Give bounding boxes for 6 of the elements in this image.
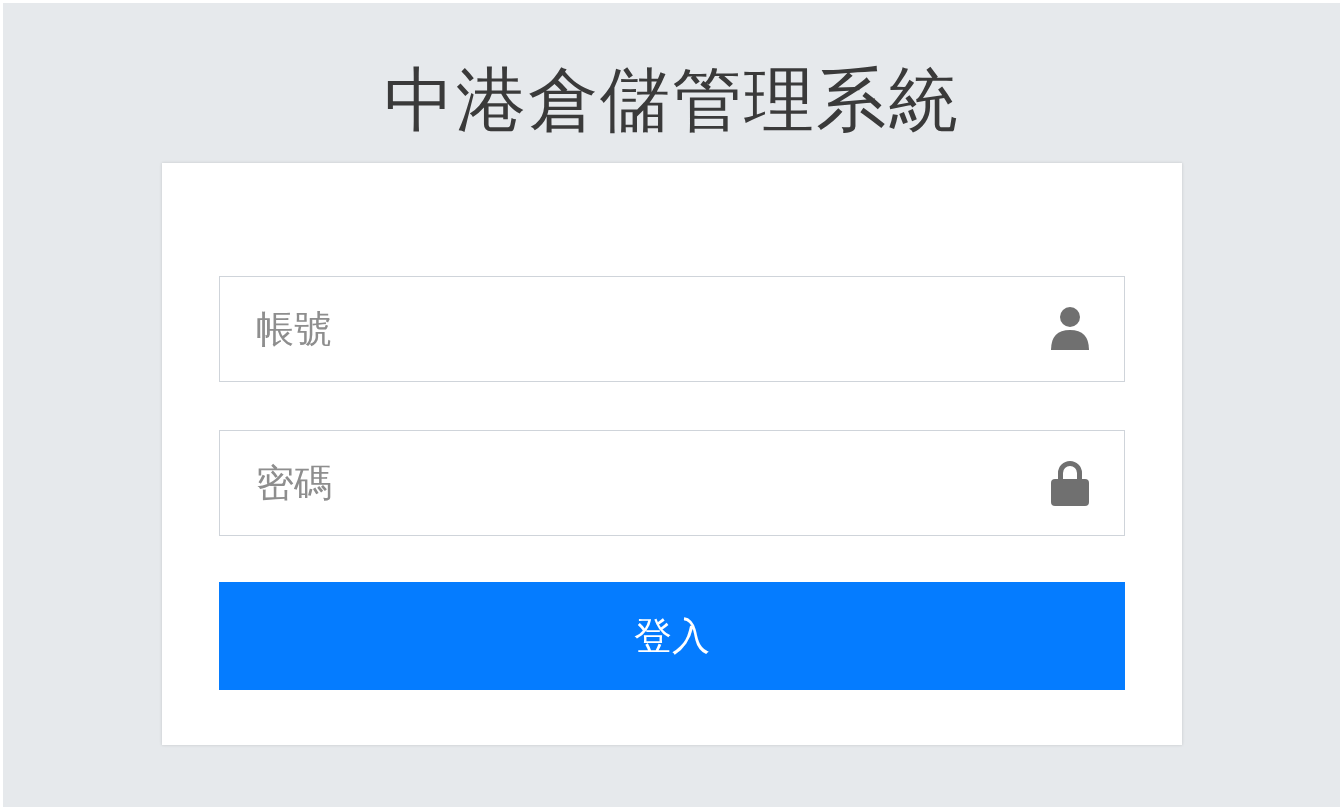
user-icon <box>1048 306 1091 352</box>
login-button[interactable]: 登入 <box>218 582 1125 690</box>
username-field[interactable]: 帳號 <box>218 276 1125 382</box>
password-field[interactable]: 密碼 <box>218 430 1125 536</box>
page-title: 中港倉儲管理系統 <box>383 65 960 135</box>
lock-icon <box>1048 460 1091 506</box>
